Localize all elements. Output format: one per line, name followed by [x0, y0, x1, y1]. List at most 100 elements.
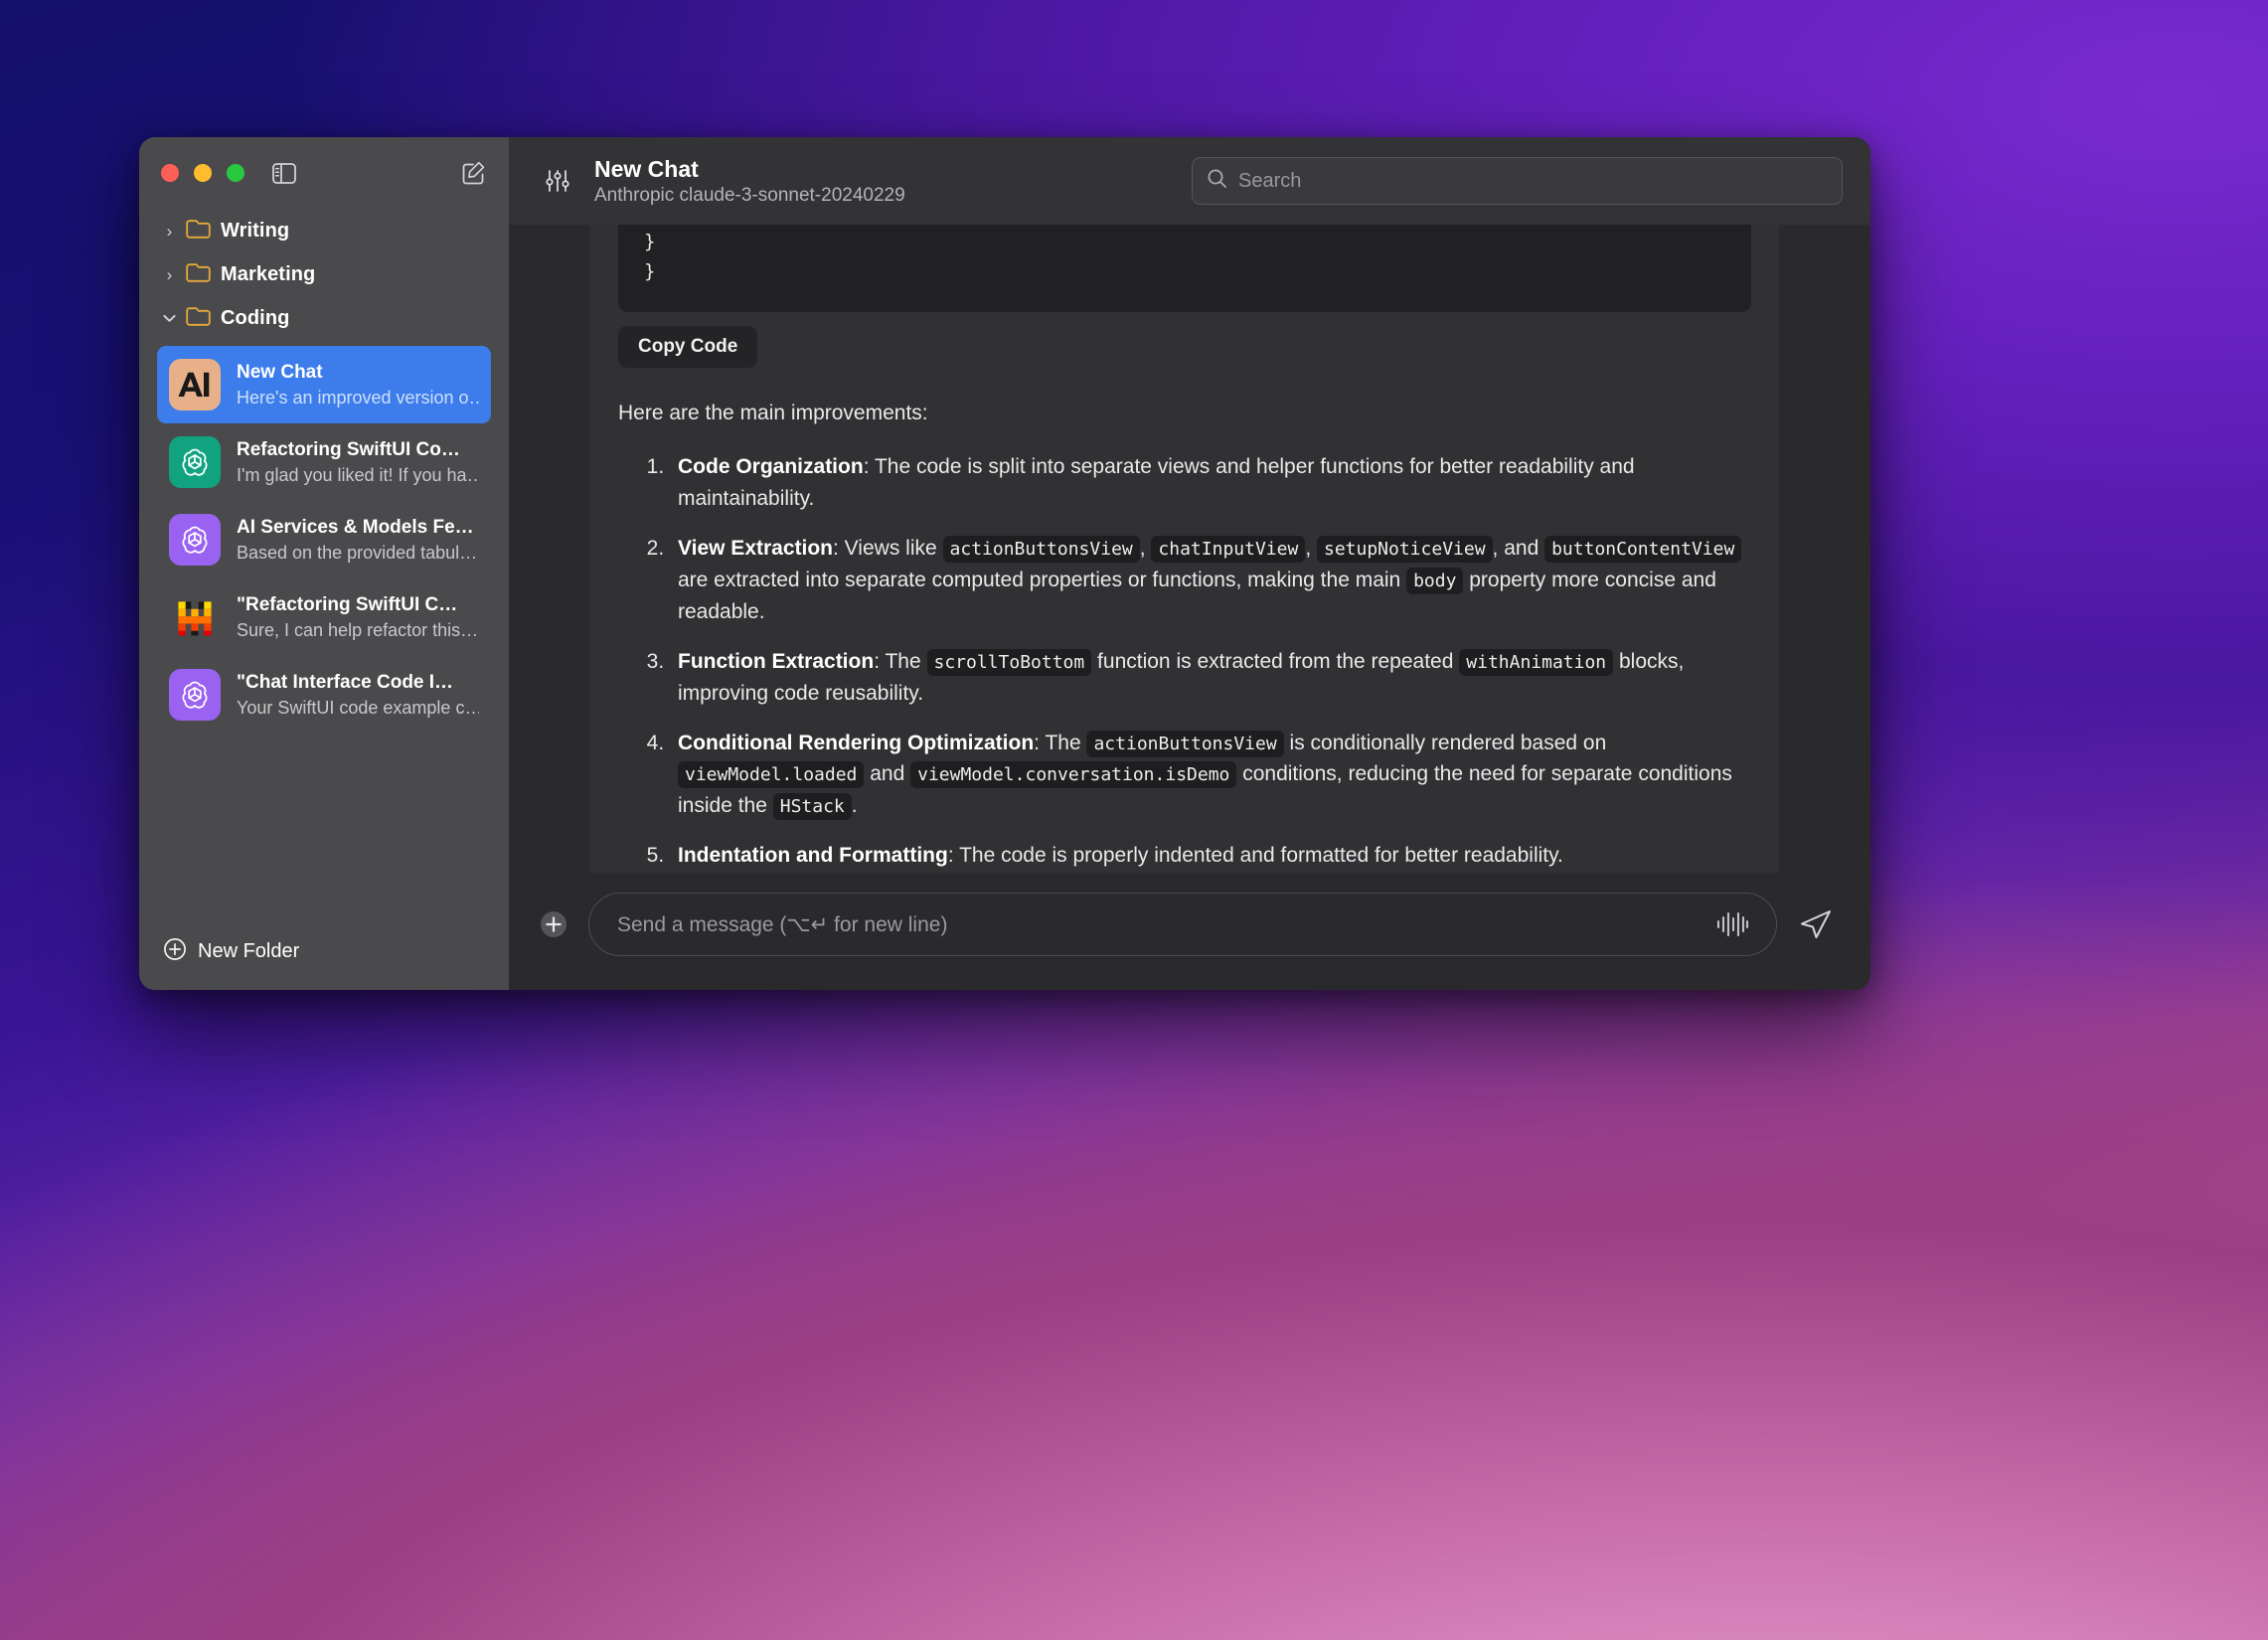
app-window: › Writing › Marketing Coding New Chat He…	[139, 137, 1870, 990]
zoom-button[interactable]	[227, 164, 244, 182]
chat-list-item[interactable]: AI Services & Models Fe… Based on the pr…	[157, 501, 491, 578]
inline-code: HStack	[772, 793, 852, 821]
item-body: : The	[874, 649, 927, 673]
search-icon	[1207, 168, 1227, 194]
sidebar-titlebar	[139, 137, 509, 209]
chat-item-preview: Based on the provided tabul…	[237, 542, 478, 563]
chat-list-item[interactable]: "Chat Interface Code I… Your SwiftUI cod…	[157, 656, 491, 734]
list-item: Indentation and Formatting: The code is …	[670, 840, 1747, 872]
folder-coding[interactable]: Coding	[139, 296, 509, 340]
composer: Send a message (⌥↵ for new line)	[509, 873, 1870, 990]
chat-item-texts: Refactoring SwiftUI Co… I'm glad you lik…	[237, 437, 479, 487]
new-folder-button[interactable]: New Folder	[139, 912, 509, 990]
joiner: , and	[1492, 537, 1545, 561]
chat-list: New Chat Here's an improved version o… R…	[139, 344, 509, 912]
item-body: : The code is properly indented and form…	[947, 844, 1563, 868]
item-mid2: and	[864, 762, 911, 786]
sliders-icon[interactable]	[543, 166, 572, 196]
folder-icon	[186, 219, 211, 244]
chat-list-item[interactable]: Refactoring SwiftUI Co… I'm glad you lik…	[157, 423, 491, 501]
compose-icon[interactable]	[461, 160, 487, 186]
code-block: proxy.scrollTo("bottom", anchor: .bottom…	[618, 225, 1751, 313]
folder-label: Writing	[221, 219, 290, 242]
inline-code: viewModel.loaded	[678, 761, 865, 789]
chat-item-preview: Here's an improved version o…	[237, 387, 479, 408]
joiner: ,	[1139, 537, 1152, 561]
folder-marketing[interactable]: › Marketing	[139, 252, 509, 296]
anthropic-logo-icon	[169, 359, 221, 410]
conversation-scroll[interactable]: proxy.scrollTo("bottom", anchor: .bottom…	[509, 225, 1870, 873]
joiner: ,	[1305, 537, 1317, 561]
waveform-icon[interactable]	[1714, 908, 1750, 940]
folder-icon	[186, 262, 211, 287]
openai-logo-icon	[169, 436, 221, 488]
item-title: Indentation and Formatting	[678, 844, 948, 868]
message-placeholder: Send a message (⌥↵ for new line)	[617, 912, 948, 936]
traffic-lights	[161, 164, 244, 182]
chat-header-texts: New Chat Anthropic claude-3-sonnet-20240…	[594, 155, 905, 208]
chat-header: New Chat Anthropic claude-3-sonnet-20240…	[509, 137, 1870, 225]
close-button[interactable]	[161, 164, 179, 182]
item-title: Function Extraction	[678, 649, 875, 673]
send-button[interactable]	[1795, 903, 1837, 945]
list-item: View Extraction: Views like actionButton…	[670, 533, 1747, 628]
chat-item-texts: "Refactoring SwiftUI C… Sure, I can help…	[237, 592, 479, 642]
chevron-down-icon	[163, 314, 176, 323]
item-title: Code Organization	[678, 455, 864, 479]
code-line: }	[644, 231, 656, 253]
chevron-right-icon: ›	[166, 264, 173, 284]
copy-code-button[interactable]: Copy Code	[618, 326, 758, 369]
plus-circle-icon	[163, 937, 187, 966]
inline-code: withAnimation	[1459, 648, 1614, 676]
attach-plus-icon[interactable]	[537, 907, 570, 941]
inline-code: buttonContentView	[1544, 536, 1742, 564]
item-tail: .	[851, 794, 858, 818]
inline-code: actionButtonsView	[942, 536, 1140, 564]
list-item: Conditional Rendering Optimization: The …	[670, 728, 1747, 823]
item-mid: is conditionally rendered based on	[1283, 731, 1607, 754]
chat-item-title: Refactoring SwiftUI Co…	[237, 438, 460, 460]
list-item: Function Extraction: The scrollToBottom …	[670, 646, 1747, 710]
openai-logo-icon	[169, 669, 221, 721]
chat-item-title: New Chat	[237, 361, 323, 383]
chat-item-preview: Your SwiftUI code example c…	[237, 697, 479, 718]
chat-item-preview: I'm glad you liked it! If you ha…	[237, 464, 479, 485]
model-subtitle: Anthropic claude-3-sonnet-20240229	[594, 184, 905, 206]
sidebar: › Writing › Marketing Coding New Chat He…	[139, 137, 509, 990]
intro-paragraph: Here are the main improvements:	[618, 402, 928, 425]
item-tail: are extracted into separate computed pro…	[678, 568, 1407, 591]
search-placeholder: Search	[1238, 169, 1302, 192]
code-line: }	[644, 259, 656, 282]
item-body: : Views like	[833, 537, 943, 561]
message-markdown: Here are the main improvements: Code Org…	[590, 398, 1779, 873]
item-title: View Extraction	[678, 537, 834, 561]
openai-logo-icon	[169, 514, 221, 566]
chat-list-item[interactable]: "Refactoring SwiftUI C… Sure, I can help…	[157, 578, 491, 656]
new-folder-label: New Folder	[198, 939, 300, 962]
item-mid: function is extracted from the repeated	[1091, 649, 1460, 673]
page-title: New Chat	[594, 155, 699, 182]
message-input[interactable]: Send a message (⌥↵ for new line)	[588, 893, 1777, 956]
chat-item-preview: Sure, I can help refactor this…	[237, 619, 479, 640]
chat-item-texts: "Chat Interface Code I… Your SwiftUI cod…	[237, 670, 479, 720]
inline-code: actionButtonsView	[1086, 730, 1284, 757]
chat-list-item[interactable]: New Chat Here's an improved version o…	[157, 346, 491, 423]
folder-label: Coding	[221, 306, 290, 329]
inline-code: chatInputView	[1151, 536, 1306, 564]
folder-writing[interactable]: › Writing	[139, 209, 509, 252]
assistant-message-bubble: proxy.scrollTo("bottom", anchor: .bottom…	[590, 225, 1779, 873]
mistral-logo-icon	[169, 591, 221, 643]
item-title: Conditional Rendering Optimization	[678, 731, 1035, 754]
inline-code: scrollToBottom	[926, 648, 1092, 676]
chat-item-title: AI Services & Models Fe…	[237, 516, 474, 538]
chat-item-title: "Chat Interface Code I…	[237, 671, 454, 693]
inline-code: body	[1406, 567, 1464, 594]
folder-label: Marketing	[221, 262, 316, 285]
search-input[interactable]: Search	[1192, 157, 1843, 205]
improvements-list: Code Organization: The code is split int…	[618, 451, 1747, 872]
list-item: Code Organization: The code is split int…	[670, 451, 1747, 515]
item-body: : The	[1034, 731, 1087, 754]
inline-code: setupNoticeView	[1316, 536, 1493, 564]
sidebar-toggle-icon[interactable]	[272, 161, 296, 185]
minimize-button[interactable]	[194, 164, 212, 182]
